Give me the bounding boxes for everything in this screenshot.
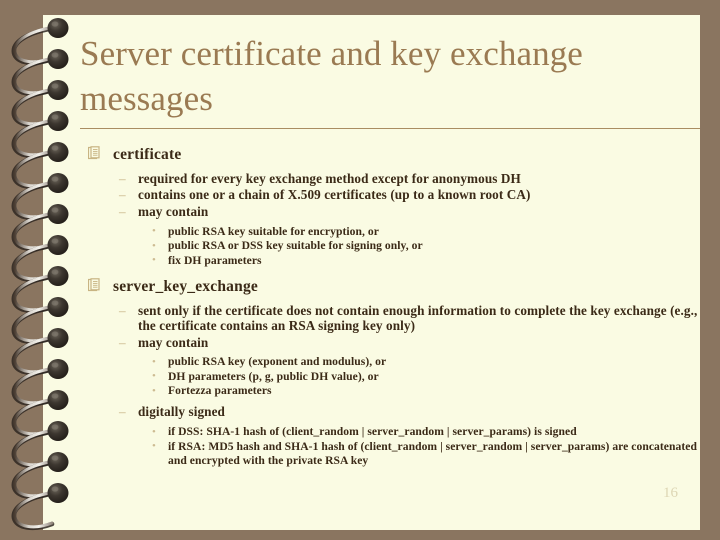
outline-item-level1: certificate xyxy=(88,145,700,164)
outline-text: Fortezza parameters xyxy=(168,384,272,398)
outline-text: sent only if the certificate does not co… xyxy=(138,302,698,334)
outline-text: DH parameters (p, g, public DH value), o… xyxy=(168,369,379,383)
outline-item-level3: • public RSA key (exponent and modulus),… xyxy=(88,355,700,369)
page-title: Server certificate and key exchange mess… xyxy=(80,34,583,118)
outline-body: certificate – required for every key exc… xyxy=(88,145,700,468)
en-dash-marker: – xyxy=(119,203,126,219)
outline-text: certificate xyxy=(113,146,182,163)
pages-document-icon xyxy=(88,277,102,292)
outline-text: required for every key exchange method e… xyxy=(138,171,521,186)
small-dot-marker: • xyxy=(152,225,156,238)
outline-item-level2: – may contain xyxy=(88,204,700,219)
outline-item-level3: • Fortezza parameters xyxy=(88,384,700,398)
outline-item-level2: – contains one or a chain of X.509 certi… xyxy=(88,187,700,202)
outline-text: if DSS: SHA-1 hash of (client_random | s… xyxy=(168,425,577,439)
small-dot-marker: • xyxy=(152,239,156,252)
outline-item-level1: server_key_exchange xyxy=(88,277,700,296)
title-underline-rule xyxy=(80,128,700,129)
small-dot-marker: • xyxy=(152,440,156,453)
outline-item-level3: • public RSA or DSS key suitable for sig… xyxy=(88,239,700,253)
slide-page-surface: Server certificate and key exchange mess… xyxy=(43,15,700,530)
en-dash-marker: – xyxy=(119,187,126,203)
outline-item-level2: – digitally signed xyxy=(88,404,700,419)
page-number: 16 xyxy=(663,485,678,501)
en-dash-marker: – xyxy=(119,302,126,318)
outline-item-level2: – sent only if the certificate does not … xyxy=(88,303,700,334)
en-dash-marker: – xyxy=(119,334,126,350)
small-dot-marker: • xyxy=(152,370,156,383)
outline-text: contains one or a chain of X.509 certifi… xyxy=(138,187,531,203)
outline-text: server_key_exchange xyxy=(113,277,258,295)
outline-item-level3: • DH parameters (p, g, public DH value),… xyxy=(88,370,700,384)
outline-text: may contain xyxy=(138,203,209,219)
en-dash-marker: – xyxy=(119,404,126,420)
outline-item-level3: • public RSA key suitable for encryption… xyxy=(88,225,700,239)
outline-text: public RSA or DSS key suitable for signi… xyxy=(168,239,423,253)
title-block: Server certificate and key exchange mess… xyxy=(80,31,662,121)
small-dot-marker: • xyxy=(152,384,156,397)
outline-text: digitally signed xyxy=(138,404,225,420)
pages-document-icon xyxy=(88,146,102,160)
small-dot-marker: • xyxy=(152,355,156,368)
outline-item-level3: • if RSA: MD5 hash and SHA-1 hash of (cl… xyxy=(88,440,700,468)
outline-item-level2: – required for every key exchange method… xyxy=(88,171,700,186)
outline-item-level2: – may contain xyxy=(88,335,700,350)
slide: Server certificate and key exchange mess… xyxy=(0,0,720,540)
en-dash-marker: – xyxy=(119,171,126,186)
outline-item-level3: • if DSS: SHA-1 hash of (client_random |… xyxy=(88,425,700,439)
outline-text: public RSA key suitable for encryption, … xyxy=(168,224,379,238)
outline-text: fix DH parameters xyxy=(168,253,262,267)
outline-text: public RSA key (exponent and modulus), o… xyxy=(168,355,387,369)
outline-text: may contain xyxy=(138,334,209,350)
small-dot-marker: • xyxy=(152,425,156,438)
outline-item-level3: • fix DH parameters xyxy=(88,254,700,268)
small-dot-marker: • xyxy=(152,254,156,267)
outline-text: if RSA: MD5 hash and SHA-1 hash of (clie… xyxy=(168,439,697,467)
